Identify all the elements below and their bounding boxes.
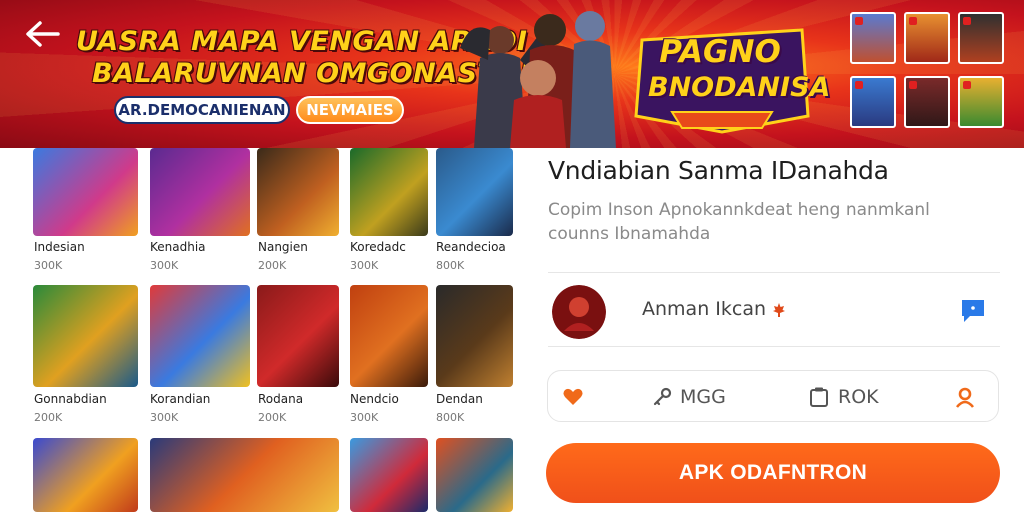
stat-user[interactable] — [954, 371, 984, 423]
game-tile-title: Nendcio — [350, 392, 399, 406]
game-tile[interactable] — [150, 148, 250, 236]
game-tile-count: 800K — [436, 411, 465, 424]
app-title: Vndiabian Sanma IDanahda — [548, 156, 889, 185]
game-tile-count: 300K — [350, 259, 379, 272]
divider — [548, 346, 1000, 347]
chat-icon[interactable] — [958, 296, 988, 326]
promo-banner[interactable]: UASRA MAPA VENGAN ARROI BALARUVNAN OMGON… — [0, 0, 1024, 148]
banner-thumb[interactable] — [904, 76, 950, 128]
stat-files-label: ROK — [838, 386, 879, 408]
developer-avatar-art — [552, 285, 606, 339]
game-tile[interactable] — [436, 285, 513, 387]
app-detail-screen: UASRA MAPA VENGAN ARROI BALARUVNAN OMGON… — [0, 0, 1024, 512]
game-tile-title: Reandecioa — [436, 240, 506, 254]
divider — [548, 272, 1000, 273]
game-tile[interactable] — [257, 285, 339, 387]
stat-files[interactable]: ROK — [808, 371, 879, 423]
game-tile[interactable] — [436, 148, 513, 236]
game-tile[interactable] — [350, 148, 428, 236]
stat-key[interactable]: MGG — [652, 371, 726, 423]
logo-title-2: BNODANISA — [648, 72, 831, 103]
banner-thumb[interactable] — [958, 76, 1004, 128]
hero-characters-art — [460, 11, 616, 148]
game-tile[interactable] — [33, 285, 138, 387]
stat-likes[interactable] — [562, 371, 592, 423]
game-tile-title: Nangien — [258, 240, 308, 254]
stat-key-label: MGG — [680, 386, 726, 408]
clipboard-icon — [810, 387, 828, 407]
game-tile[interactable] — [33, 148, 138, 236]
developer-avatar[interactable] — [552, 285, 606, 339]
logo-title-1: PAGNO — [659, 34, 781, 70]
game-tile[interactable] — [350, 285, 428, 387]
game-tile-title: Indesian — [34, 240, 85, 254]
game-tile-count: 200K — [258, 411, 287, 424]
game-tile-title: Koredadc — [350, 240, 406, 254]
banner-thumb[interactable] — [904, 12, 950, 64]
game-tile[interactable] — [436, 438, 513, 512]
banner-thumb[interactable] — [850, 12, 896, 64]
arrow-left-icon[interactable] — [22, 18, 62, 50]
game-tile-title: Kenadhia — [150, 240, 206, 254]
download-apk-button[interactable]: APK ODAFNTRON — [546, 443, 1000, 503]
banner-thumbnail-grid — [850, 12, 1004, 132]
game-tile-count: 800K — [436, 259, 465, 272]
game-tile[interactable] — [350, 438, 428, 512]
heart-icon — [563, 388, 583, 405]
app-description-line-1: Copim Inson Apnokannkdeat heng nanmkanl — [548, 200, 930, 220]
game-tile-title: Korandian — [150, 392, 211, 406]
game-tile[interactable] — [150, 438, 339, 512]
stats-bar: MGG ROK — [547, 370, 999, 422]
game-tile-count: 300K — [350, 411, 379, 424]
key-icon — [653, 387, 672, 406]
game-tile-title: Rodana — [258, 392, 304, 406]
game-tile-count: 300K — [150, 259, 179, 272]
banner-thumb[interactable] — [850, 76, 896, 128]
app-description-line-2: counns Ibnamahda — [548, 224, 711, 244]
game-tile-count: 300K — [150, 411, 179, 424]
game-tile-title: Gonnabdian — [34, 392, 107, 406]
banner-pill-blue[interactable]: AR.DEMOCANIENAN — [114, 96, 290, 124]
person-icon — [955, 387, 975, 408]
game-tile[interactable] — [257, 148, 339, 236]
developer-name-text: Anman Ikcan — [642, 298, 767, 320]
banner-pill-orange[interactable]: NEVMAIES — [296, 96, 404, 124]
game-tile-count: 300K — [34, 259, 63, 272]
banner-thumb[interactable] — [958, 12, 1004, 64]
game-tile-count: 200K — [258, 259, 287, 272]
game-tile-title: Dendan — [436, 392, 483, 406]
maple-leaf-icon — [773, 302, 786, 317]
developer-name[interactable]: Anman Ikcan — [642, 298, 786, 320]
game-tile[interactable] — [150, 285, 250, 387]
game-tile[interactable] — [33, 438, 138, 512]
game-tile-count: 200K — [34, 411, 63, 424]
